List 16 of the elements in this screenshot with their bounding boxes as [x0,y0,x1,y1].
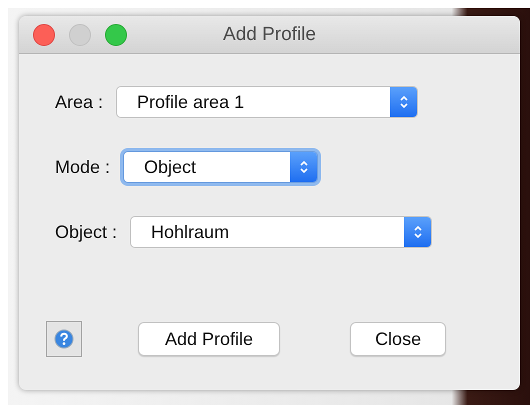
chevron-icon [298,159,309,175]
dropdown[interactable]: Object [123,151,318,183]
chevron-icon [398,94,409,110]
chevron-icon [412,224,423,240]
help-icon [54,329,74,349]
zoom-icon[interactable] [105,24,127,46]
field-label: Mode : [55,156,110,178]
close-icon[interactable] [33,24,55,46]
dropdown[interactable]: Profile area 1 [116,86,418,118]
help-button[interactable] [46,321,82,357]
dropdown[interactable]: Hohlraum [130,216,432,248]
window-title: Add Profile [223,24,316,46]
dialog-button[interactable]: Add Profile [138,322,280,356]
field-label: Area : [55,92,104,112]
dialog-button[interactable]: Close [350,322,446,356]
field-label: Object : [55,222,118,242]
